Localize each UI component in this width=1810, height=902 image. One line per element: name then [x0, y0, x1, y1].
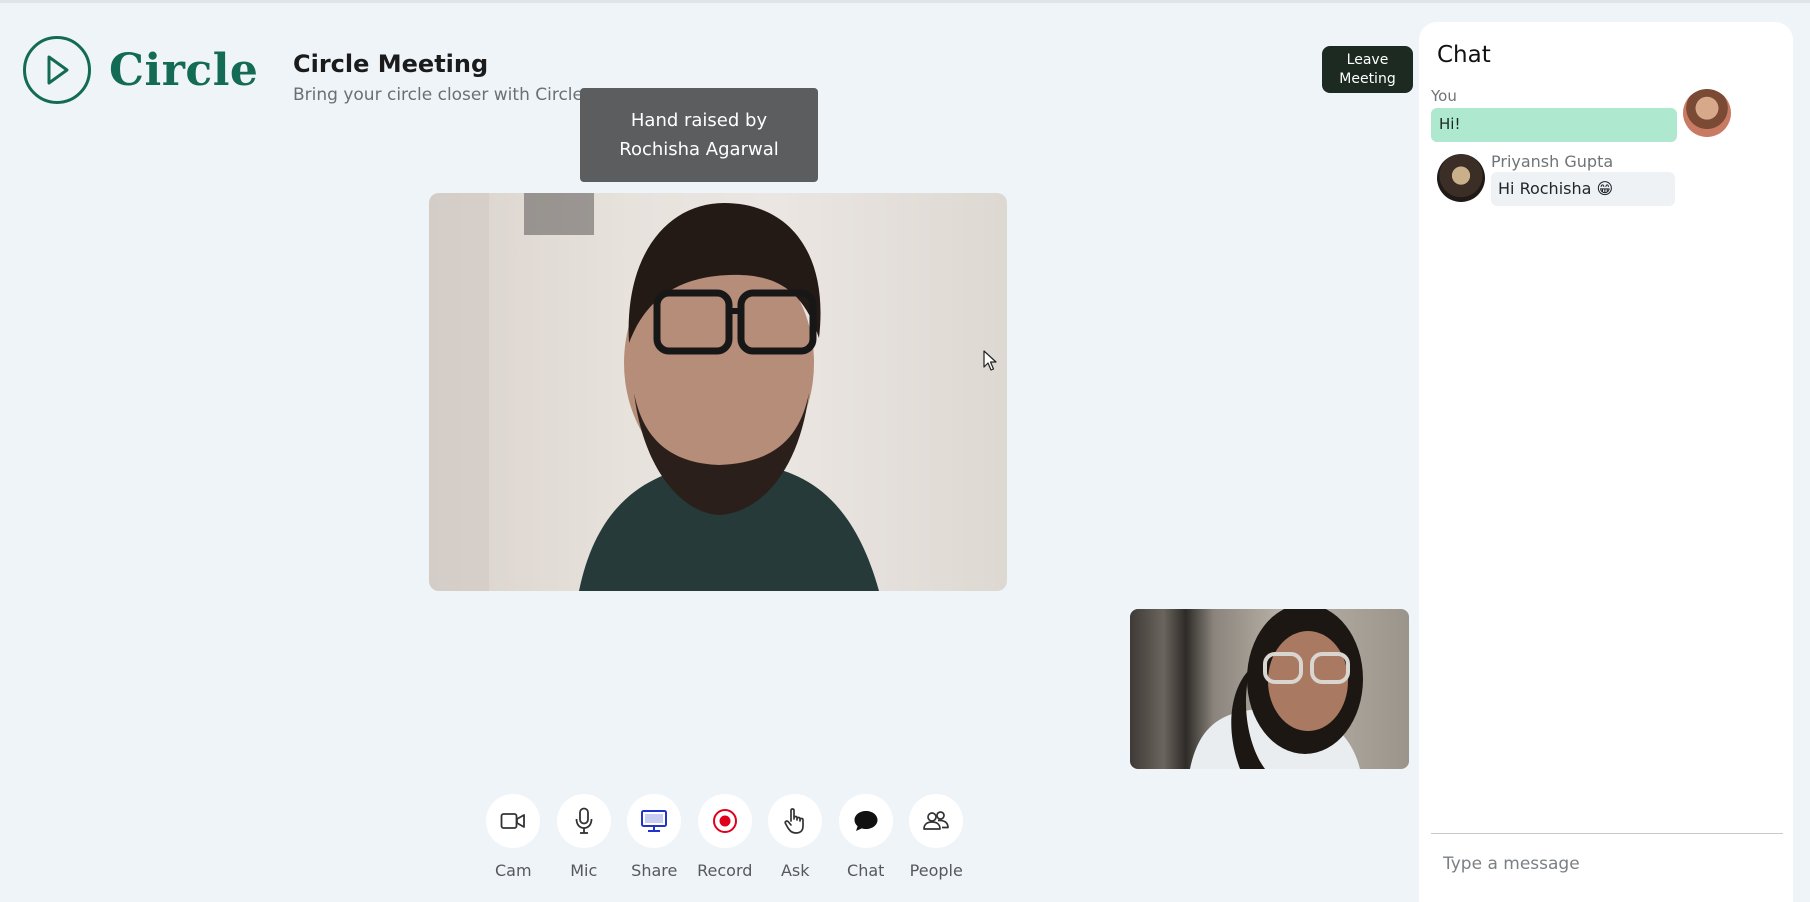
mic-label: Mic — [570, 861, 598, 880]
share-button[interactable]: Share — [619, 794, 690, 880]
chat-title: Chat — [1437, 42, 1491, 68]
hand-icon — [768, 794, 823, 848]
chat-divider — [1431, 833, 1783, 834]
chat-message-input[interactable] — [1431, 842, 1783, 886]
record-icon — [697, 794, 752, 848]
meeting-page: Circle Circle Meeting Bring your circle … — [0, 0, 1810, 902]
leave-meeting-button[interactable]: Leave Meeting — [1322, 46, 1413, 93]
cam-button[interactable]: Cam — [478, 794, 549, 880]
avatar-priyansh-gupta — [1437, 154, 1485, 202]
meeting-subtitle: Bring your circle closer with Circle — [293, 85, 583, 105]
message-sender-you: You — [1431, 87, 1457, 105]
people-label: People — [909, 861, 963, 880]
chat-panel: Chat You Hi! Priyansh Gupta Hi Rochisha … — [1419, 22, 1793, 902]
record-button[interactable]: Record — [690, 794, 761, 880]
hand-raised-toast: Hand raised by Rochisha Agarwal — [580, 88, 818, 182]
ask-label: Ask — [780, 861, 810, 880]
message-sender-priyansh: Priyansh Gupta — [1491, 152, 1614, 171]
remote-video-tile — [429, 193, 1007, 591]
message-bubble-you: Hi! — [1431, 108, 1677, 142]
ask-button[interactable]: Ask — [760, 794, 831, 880]
monitor-icon — [627, 794, 682, 848]
meeting-title: Circle Meeting — [293, 50, 489, 78]
record-label: Record — [697, 861, 753, 880]
cam-label: Cam — [494, 861, 532, 880]
share-label: Share — [631, 861, 678, 880]
people-button[interactable]: People — [901, 794, 972, 880]
chat-label: Chat — [847, 861, 885, 880]
mouse-cursor-icon — [983, 350, 997, 371]
brand-logo[interactable]: Circle — [23, 36, 258, 104]
brand-name: Circle — [109, 44, 259, 96]
top-border — [0, 0, 1810, 3]
chat-bubble-icon — [838, 794, 893, 848]
meeting-toolbar: Cam Mic Share Record Ask Chat People — [478, 794, 972, 880]
self-video-tile — [1130, 609, 1409, 769]
mic-button[interactable]: Mic — [549, 794, 620, 880]
chat-button[interactable]: Chat — [831, 794, 902, 880]
mic-icon — [556, 794, 611, 848]
people-icon — [909, 794, 964, 848]
avatar-you — [1683, 89, 1731, 137]
play-icon — [23, 36, 91, 104]
camera-icon — [486, 794, 541, 848]
message-bubble-priyansh: Hi Rochisha 😁 — [1491, 172, 1675, 206]
